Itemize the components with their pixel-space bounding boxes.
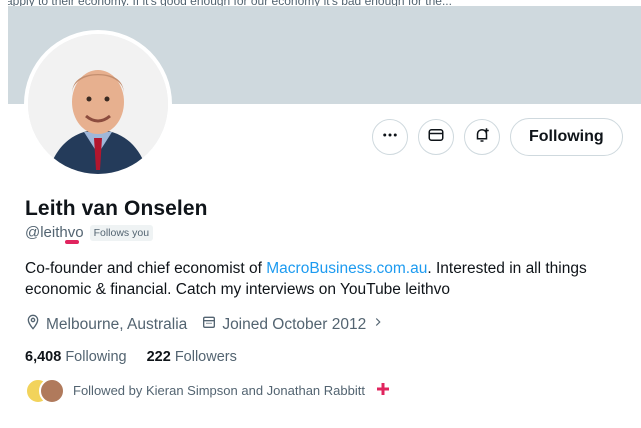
avatar-portrait bbox=[28, 34, 168, 174]
followers-label: Followers bbox=[174, 349, 237, 365]
notification-bell-icon bbox=[473, 126, 491, 149]
follows-you-badge: Follows you bbox=[89, 224, 154, 241]
joined-item[interactable]: Joined October 2012 bbox=[201, 314, 385, 335]
notifications-button[interactable] bbox=[464, 119, 500, 155]
joined-text: Joined October 2012 bbox=[222, 315, 367, 333]
location-pin-icon bbox=[25, 314, 41, 335]
chevron-right-icon bbox=[371, 315, 385, 334]
followed-by-row[interactable]: Followed by Kieran Simpson and Jonathan … bbox=[25, 378, 391, 404]
following-button[interactable]: Following bbox=[510, 118, 623, 156]
england-flag-icon bbox=[374, 380, 391, 400]
message-button[interactable] bbox=[418, 119, 454, 155]
spellcheck-underline bbox=[65, 240, 79, 244]
mutual-avatar-2 bbox=[39, 378, 65, 404]
message-icon bbox=[427, 126, 445, 149]
calendar-icon bbox=[201, 314, 217, 335]
profile-handle-text: @leithvo bbox=[25, 224, 84, 241]
more-icon bbox=[381, 126, 399, 149]
followers-stat[interactable]: 222 Followers bbox=[147, 349, 237, 365]
profile-bio: Co-founder and chief economist of MacroB… bbox=[25, 258, 630, 300]
profile-avatar[interactable] bbox=[24, 30, 172, 178]
mutual-avatars bbox=[25, 378, 65, 404]
bio-link[interactable]: MacroBusiness.com.au bbox=[266, 260, 427, 277]
bio-text-prefix: Co-founder and chief economist of bbox=[25, 260, 267, 277]
more-button[interactable] bbox=[372, 119, 408, 155]
following-stat[interactable]: 6,408 Following bbox=[25, 349, 127, 365]
profile-name: Leith van Onselen bbox=[25, 197, 208, 220]
avatar-photo bbox=[28, 34, 168, 174]
profile-actions: Following bbox=[372, 118, 623, 156]
location-item: Melbourne, Australia bbox=[25, 314, 187, 335]
location-text: Melbourne, Australia bbox=[46, 315, 188, 333]
following-label: Following bbox=[65, 349, 127, 365]
handle-row: @leithvo Follows you bbox=[25, 224, 154, 244]
profile-handle: @leithvo bbox=[25, 224, 84, 244]
followers-count: 222 bbox=[146, 349, 171, 365]
profile-meta: Melbourne, Australia Joined October 2012 bbox=[25, 314, 385, 335]
left-margin bbox=[0, 0, 8, 428]
following-count: 6,408 bbox=[25, 349, 62, 365]
follow-stats: 6,408 Following 222 Followers bbox=[25, 349, 237, 365]
followed-by-text: Followed by Kieran Simpson and Jonathan … bbox=[73, 382, 365, 398]
